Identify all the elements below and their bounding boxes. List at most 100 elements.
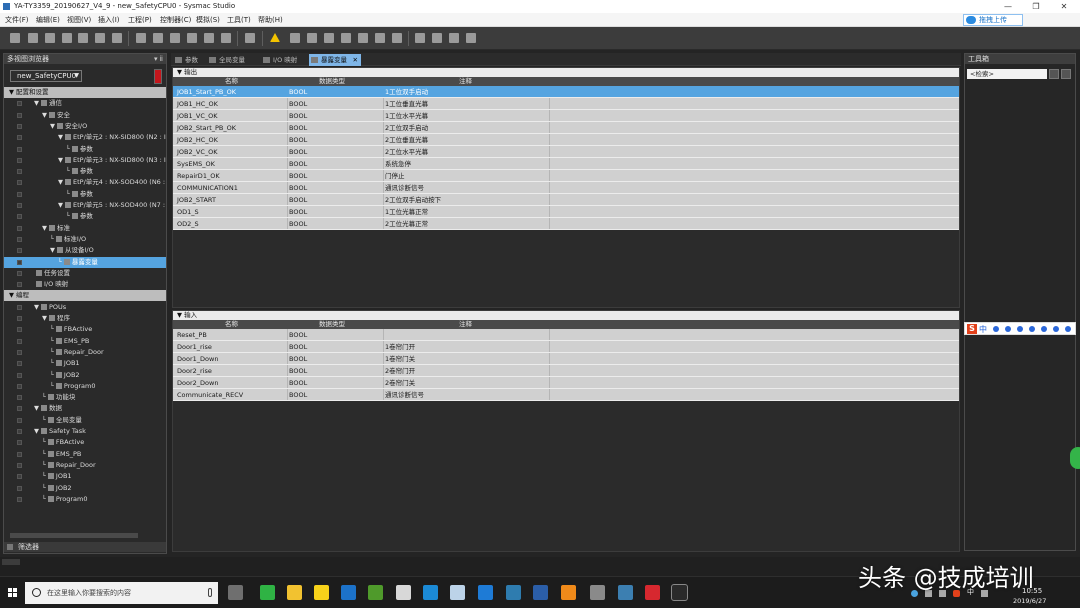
menu-edit[interactable]: 编辑(E) <box>36 13 60 27</box>
share-upload-button[interactable]: 拖拽上传 <box>963 14 1023 26</box>
tree-item[interactable]: ▼ 标准 <box>4 223 166 234</box>
menu-help[interactable]: 帮助(H) <box>258 13 283 27</box>
device-select[interactable]: new_SafetyCPU0 ▼ <box>10 70 82 82</box>
copy-icon[interactable] <box>28 33 38 43</box>
column-data-type[interactable]: 数据类型 <box>319 320 345 329</box>
ime-toolbar[interactable]: S 中 <box>964 322 1076 335</box>
tree-item[interactable]: ▼ EtP/单元5 : NX-SOD400 (N7 : I <box>4 200 166 211</box>
floating-assistant-icon[interactable] <box>1070 447 1080 469</box>
undo-icon[interactable] <box>78 33 88 43</box>
tree-item[interactable]: └ 功能块 <box>4 392 166 403</box>
word-icon[interactable] <box>533 585 548 600</box>
tree-arrow[interactable]: └ <box>50 325 54 333</box>
step-over-icon[interactable] <box>375 33 385 43</box>
tree-arrow[interactable]: └ <box>50 348 54 356</box>
tree-arrow[interactable]: ▼ <box>58 156 63 164</box>
wechat-icon[interactable] <box>260 585 275 600</box>
tree-item[interactable]: └ JOB2 <box>4 370 166 381</box>
tree-item[interactable]: ▼ 数据 <box>4 403 166 414</box>
horizontal-scrollbar[interactable] <box>10 533 138 538</box>
clock-date[interactable]: 2019/6/27 <box>1013 597 1046 605</box>
tab-parameters[interactable]: 参数 <box>173 54 203 66</box>
column-data-type[interactable]: 数据类型 <box>319 77 345 86</box>
emoji-icon[interactable] <box>1005 326 1011 332</box>
tree-arrow[interactable]: └ <box>66 145 70 153</box>
offline-icon[interactable] <box>221 33 231 43</box>
tree-arrow[interactable]: ▼ <box>42 314 47 322</box>
sysmac-studio-icon[interactable] <box>671 584 688 601</box>
zoom-in-icon[interactable] <box>432 33 442 43</box>
menu-project[interactable]: 工程(P) <box>128 13 152 27</box>
tree-item[interactable]: ▼ POUs <box>4 302 166 313</box>
maximize-button[interactable]: ❐ <box>1022 0 1050 13</box>
tree-item[interactable]: └ JOB1 <box>4 358 166 369</box>
tree-arrow[interactable]: └ <box>42 450 46 458</box>
cut-icon[interactable] <box>10 33 20 43</box>
filter-icon[interactable] <box>1049 69 1059 79</box>
stop-icon[interactable] <box>324 33 334 43</box>
gray-app-2-icon[interactable] <box>590 585 605 600</box>
taskbar-search-input[interactable]: 在这里输入你要搜索的内容 <box>25 582 218 604</box>
blue-app-icon[interactable] <box>423 585 438 600</box>
tree-arrow[interactable]: ▼ <box>9 88 14 96</box>
tree-item[interactable]: ▼ Safety Task <box>4 426 166 437</box>
tree-arrow[interactable]: └ <box>42 393 46 401</box>
ime-language[interactable]: 中 <box>979 323 987 336</box>
tree-arrow[interactable]: └ <box>50 337 54 345</box>
minimize-button[interactable]: — <box>994 0 1022 13</box>
windows-start-icon[interactable] <box>8 588 18 598</box>
column-name[interactable]: 名称 <box>225 77 238 86</box>
tree-item[interactable]: 任务设置 <box>4 268 166 279</box>
tree-item[interactable]: └ EMS_PB <box>4 336 166 347</box>
tree-item[interactable]: └ 全局变量 <box>4 415 166 426</box>
compare-icon[interactable] <box>170 33 180 43</box>
tree-arrow[interactable]: ▼ <box>58 178 63 186</box>
tree-item[interactable]: └ Program0 <box>4 381 166 392</box>
tree-item[interactable]: └ 标准I/O <box>4 234 166 245</box>
rebuild-icon[interactable] <box>153 33 163 43</box>
tree-item[interactable]: └ FBActive <box>4 324 166 335</box>
sticky-notes-icon[interactable] <box>314 585 329 600</box>
green-app-icon[interactable] <box>368 585 383 600</box>
pdf-app-icon[interactable] <box>645 585 660 600</box>
tree-item[interactable]: ▼ EtP/单元2 : NX-SID800 (N2 : In <box>4 132 166 143</box>
tia-portal-icon[interactable] <box>506 585 521 600</box>
tree-arrow[interactable]: ▼ <box>9 291 14 299</box>
inputs-header[interactable]: ▼ 输入 <box>173 311 959 320</box>
tree-item[interactable]: └ Program0 <box>4 494 166 505</box>
tab-io-map[interactable]: I/O 映射 <box>261 54 307 66</box>
tree-item[interactable]: └ JOB1 <box>4 471 166 482</box>
monitor-icon[interactable] <box>341 33 351 43</box>
paste-icon[interactable] <box>45 33 55 43</box>
tree-item[interactable]: ▼ 编程 <box>4 290 166 302</box>
tree-item[interactable]: └ Repair_Door <box>4 460 166 471</box>
punctuation-icon[interactable] <box>993 326 999 332</box>
tree-arrow[interactable]: └ <box>50 235 54 243</box>
edge-icon[interactable] <box>478 585 493 600</box>
tree-item[interactable]: ▼ 配置和设置 <box>4 87 166 98</box>
zoom-reset-icon[interactable] <box>466 33 476 43</box>
tree-arrow[interactable]: ▼ <box>42 224 47 232</box>
outputs-header[interactable]: ▼ 输出 <box>173 68 959 77</box>
toolbox-icon[interactable] <box>1053 326 1059 332</box>
tree-item[interactable]: └ FBActive <box>4 437 166 448</box>
simulate-icon[interactable] <box>290 33 300 43</box>
tree-arrow[interactable]: ▼ <box>34 427 39 435</box>
column-name[interactable]: 名称 <box>225 320 238 329</box>
tree-item[interactable]: └ 参数 <box>4 189 166 200</box>
microphone-icon[interactable] <box>1017 326 1023 332</box>
tree-item[interactable]: └ 参数 <box>4 211 166 222</box>
menu-simulation[interactable]: 模拟(S) <box>196 13 220 27</box>
more-icon[interactable] <box>1065 326 1071 332</box>
column-comment[interactable]: 注释 <box>459 320 472 329</box>
outlook-icon[interactable] <box>341 585 356 600</box>
tree-arrow[interactable]: ▼ <box>42 111 47 119</box>
tree-arrow[interactable]: └ <box>58 258 62 266</box>
tree-item[interactable]: └ 暴露变量 <box>4 256 166 268</box>
task-view-icon[interactable] <box>228 585 243 600</box>
tree-arrow[interactable]: ▼ <box>50 122 55 130</box>
tree-item[interactable]: └ Repair_Door <box>4 347 166 358</box>
tree-item[interactable]: I/O 映射 <box>4 279 166 290</box>
keyboard-icon[interactable] <box>1029 326 1035 332</box>
transfer-icon[interactable] <box>187 33 197 43</box>
